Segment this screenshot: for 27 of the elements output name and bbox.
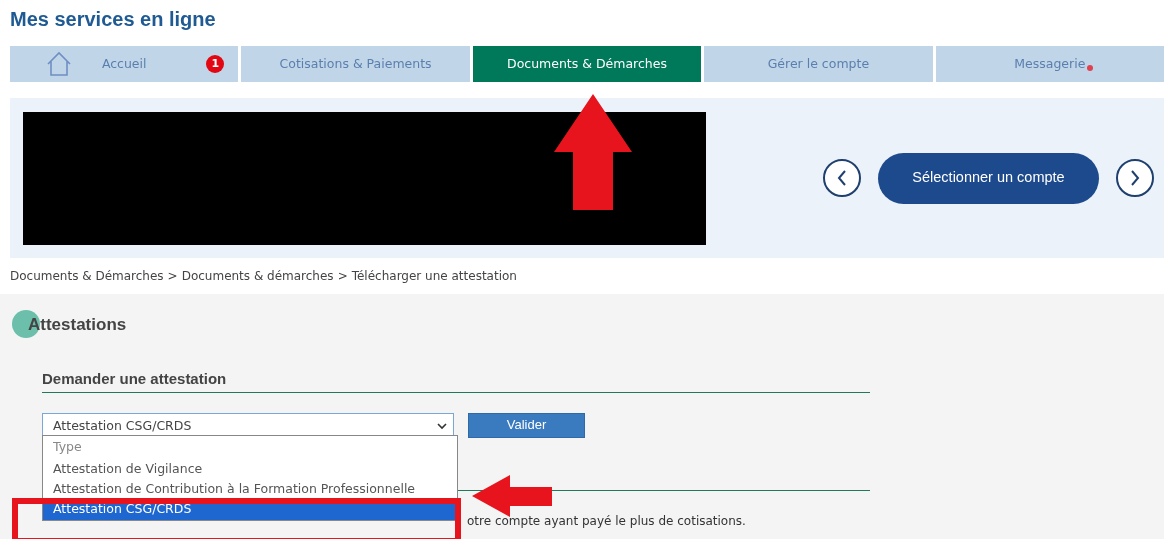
left-arrow-icon: [472, 475, 552, 517]
page-title: Mes services en ligne: [10, 7, 217, 32]
previous-button[interactable]: [823, 159, 861, 197]
nav-tab[interactable]: Documents & Démarches: [472, 46, 702, 82]
chevron-down-icon: [437, 422, 447, 430]
subsection-heading: Demander une attestation: [42, 368, 870, 393]
dropdown-option[interactable]: Attestation de Contribution à la Formation Professionnelle: [43, 480, 457, 498]
nav-tab[interactable]: Messagerie: [935, 46, 1164, 82]
breadcrumb-link[interactable]: Documents & Démarches: [10, 267, 164, 285]
select-account-button[interactable]: Sélectionner un compte: [878, 152, 1099, 204]
up-arrow-icon: [554, 94, 632, 210]
home-icon: [46, 51, 72, 77]
chevron-right-icon: [1129, 169, 1141, 187]
breadcrumb-link[interactable]: Documents & démarches: [181, 267, 334, 285]
notification-badge: 1: [206, 55, 225, 73]
info-text: otre compte ayant payé le plus de cotisations.: [467, 513, 746, 530]
breadcrumb-current: Télécharger une attestation: [351, 268, 517, 285]
nav-tab[interactable]: Accueil 1: [10, 46, 239, 82]
nav-tab[interactable]: Gérer le compte: [704, 46, 933, 82]
chevron-left-icon: [836, 169, 848, 187]
dropdown-option[interactable]: Attestation de Vigilance: [43, 458, 457, 480]
breadcrumb-separator: >: [337, 268, 348, 285]
validate-button[interactable]: Valider: [468, 412, 585, 438]
unread-dot: [1087, 64, 1094, 71]
nav-tab[interactable]: Cotisations & Paiements: [241, 46, 470, 82]
breadcrumb-separator: >: [167, 268, 178, 285]
next-button[interactable]: [1116, 159, 1154, 197]
